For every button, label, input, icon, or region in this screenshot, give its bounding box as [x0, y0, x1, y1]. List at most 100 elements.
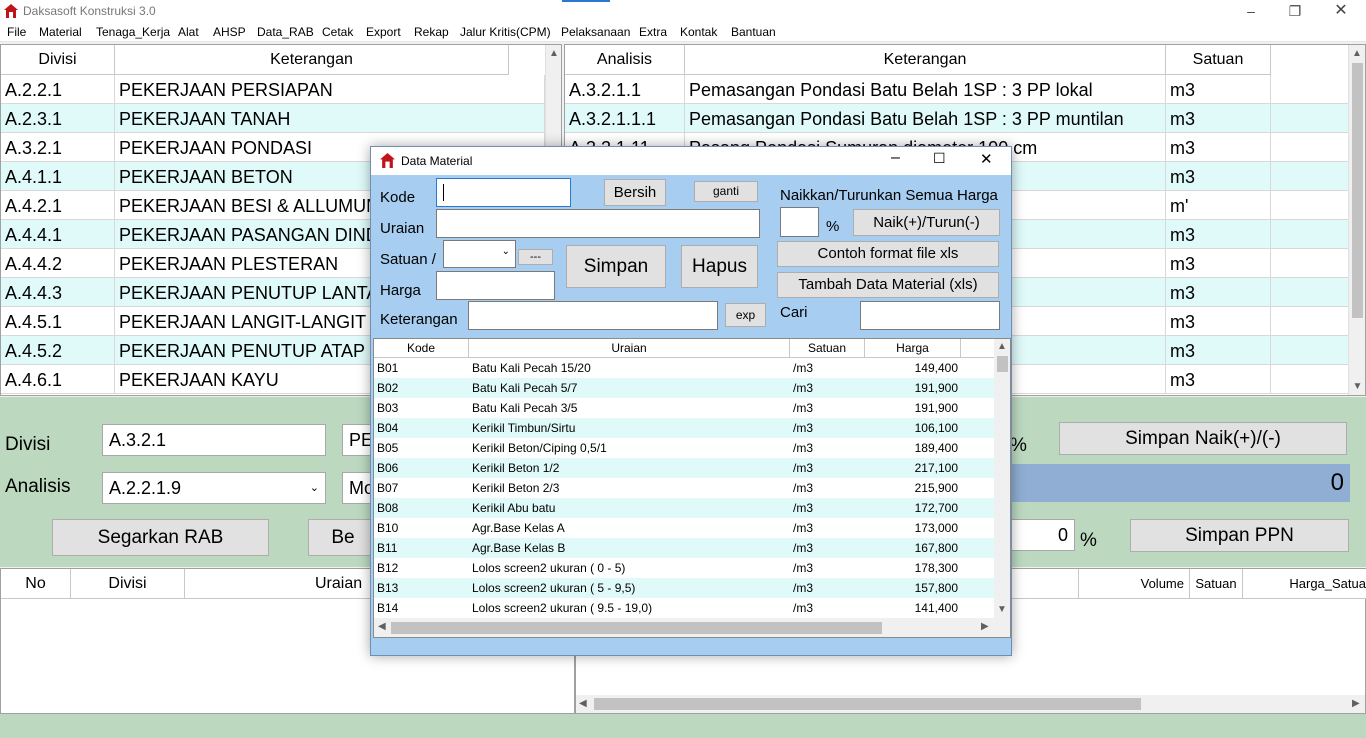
kode-cell[interactable]: B08: [374, 498, 469, 518]
menu-jalur-kritis[interactable]: Jalur Kritis(CPM): [460, 25, 551, 39]
menu-pelaksanaan[interactable]: Pelaksanaan: [561, 25, 630, 39]
ppn-input[interactable]: 0: [1010, 519, 1075, 551]
naik-turun-button[interactable]: Naik(+)/Turun(-): [853, 209, 1000, 236]
segarkan-rab-button[interactable]: Segarkan RAB: [52, 519, 269, 556]
divisi-cell[interactable]: A.4.1.1: [1, 162, 115, 191]
uraian-cell[interactable]: Lolos screen2 ukuran ( 0 - 5): [469, 558, 790, 578]
kode-cell[interactable]: B04: [374, 418, 469, 438]
uraian-cell[interactable]: Kerikil Beton/Ciping 0,5/1: [469, 438, 790, 458]
column-header-uraian[interactable]: Uraian: [469, 339, 790, 358]
ganti-button[interactable]: ganti: [694, 181, 758, 202]
satuan-cell[interactable]: /m3: [790, 518, 865, 538]
column-header-keterangan[interactable]: Keterangan: [685, 45, 1166, 75]
harga-cell[interactable]: 167,800: [865, 538, 961, 558]
table-row[interactable]: B08 Kerikil Abu batu/m3 172,700: [374, 498, 994, 518]
material-table[interactable]: Kode Uraian Satuan Harga B01 Batu Kali Pe…: [373, 338, 1011, 638]
satuan-cell[interactable]: m': [1166, 191, 1271, 220]
satuan-select[interactable]: ⌄: [443, 240, 516, 268]
menu-extra[interactable]: Extra: [639, 25, 667, 39]
horizontal-scrollbar[interactable]: ◀ ▶: [374, 618, 1010, 637]
column-header-satuan[interactable]: Satuan: [1190, 569, 1243, 599]
uraian-cell[interactable]: Lolos screen2 ukuran ( 9.5 - 19,0): [469, 598, 790, 618]
column-header-no[interactable]: No: [1, 569, 71, 599]
satuan-cell[interactable]: /m3: [790, 438, 865, 458]
analisis-select[interactable]: A.2.2.1.9 ⌄: [102, 472, 326, 504]
menu-data-rab[interactable]: Data_RAB: [257, 25, 314, 39]
kode-cell[interactable]: B11: [374, 538, 469, 558]
uraian-cell[interactable]: Kerikil Beton 1/2: [469, 458, 790, 478]
kode-cell[interactable]: B07: [374, 478, 469, 498]
scroll-thumb[interactable]: [594, 698, 1141, 710]
satuan-cell[interactable]: m3: [1166, 133, 1271, 162]
menu-file[interactable]: File: [7, 25, 26, 39]
divisi-cell[interactable]: A.4.6.1: [1, 365, 115, 394]
satuan-cell[interactable]: /m3: [790, 478, 865, 498]
divisi-cell[interactable]: A.4.4.2: [1, 249, 115, 278]
satuan-cell[interactable]: /m3: [790, 498, 865, 518]
restore-button[interactable]: ❐: [1272, 0, 1318, 22]
horizontal-scrollbar[interactable]: ◀ ▶: [576, 695, 1365, 713]
persen-input[interactable]: [780, 207, 819, 237]
satuan-cell[interactable]: m3: [1166, 104, 1271, 133]
satuan-more-button[interactable]: ---: [518, 249, 553, 265]
satuan-cell[interactable]: m3: [1166, 365, 1271, 394]
simpan-button[interactable]: Simpan: [566, 245, 666, 288]
analisis-cell[interactable]: A.3.2.1.1: [565, 75, 685, 104]
table-row[interactable]: B14 Lolos screen2 ukuran ( 9.5 - 19,0)/m3…: [374, 598, 994, 618]
keterangan-cell[interactable]: Pemasangan Pondasi Batu Belah 1SP : 3 PP…: [685, 75, 1166, 104]
menu-tenaga-kerja[interactable]: Tenaga_Kerja: [96, 25, 170, 39]
scroll-left-icon[interactable]: ◀: [579, 698, 587, 709]
column-header-harga[interactable]: Harga: [865, 339, 961, 358]
table-row[interactable]: B13 Lolos screen2 ukuran ( 5 - 9,5)/m3 157…: [374, 578, 994, 598]
table-row[interactable]: B10 Agr.Base Kelas A/m3 173,000: [374, 518, 994, 538]
maximize-icon[interactable]: ☐: [933, 150, 946, 167]
divisi-cell[interactable]: A.4.4.3: [1, 278, 115, 307]
divisi-cell[interactable]: A.4.4.1: [1, 220, 115, 249]
keterangan-cell[interactable]: PEKERJAAN PERSIAPAN: [115, 75, 545, 104]
uraian-cell[interactable]: Batu Kali Pecah 15/20: [469, 358, 790, 378]
divisi-cell[interactable]: A.2.2.1: [1, 75, 115, 104]
menu-export[interactable]: Export: [366, 25, 401, 39]
harga-cell[interactable]: 215,900: [865, 478, 961, 498]
harga-cell[interactable]: 106,100: [865, 418, 961, 438]
scroll-up-icon[interactable]: ▲: [1349, 45, 1365, 62]
menu-kontak[interactable]: Kontak: [680, 25, 717, 39]
bersih-button[interactable]: Bersih: [604, 179, 666, 206]
scroll-left-icon[interactable]: ◀: [378, 621, 386, 632]
harga-input[interactable]: [436, 271, 555, 300]
harga-cell[interactable]: 173,000: [865, 518, 961, 538]
harga-cell[interactable]: 217,100: [865, 458, 961, 478]
scroll-thumb[interactable]: [391, 622, 882, 634]
simpan-naik-button[interactable]: Simpan Naik(+)/(-): [1059, 422, 1347, 455]
contoh-format-button[interactable]: Contoh format file xls: [777, 241, 999, 267]
harga-cell[interactable]: 178,300: [865, 558, 961, 578]
divisi-cell[interactable]: A.4.5.2: [1, 336, 115, 365]
column-header-volume[interactable]: Volume: [1079, 569, 1190, 599]
uraian-cell[interactable]: Agr.Base Kelas B: [469, 538, 790, 558]
harga-cell[interactable]: 191,900: [865, 378, 961, 398]
harga-cell[interactable]: 141,400: [865, 598, 961, 618]
column-header-keterangan[interactable]: Keterangan: [115, 45, 509, 75]
kode-cell[interactable]: B10: [374, 518, 469, 538]
table-row[interactable]: B07 Kerikil Beton 2/3/m3 215,900: [374, 478, 994, 498]
uraian-cell[interactable]: Batu Kali Pecah 3/5: [469, 398, 790, 418]
be-button[interactable]: Be: [308, 519, 378, 556]
kode-cell[interactable]: B01: [374, 358, 469, 378]
uraian-cell[interactable]: Lolos screen2 ukuran ( 5 - 9,5): [469, 578, 790, 598]
kode-cell[interactable]: B05: [374, 438, 469, 458]
table-row[interactable]: B02 Batu Kali Pecah 5/7/m3 191,900: [374, 378, 994, 398]
divisi-input[interactable]: A.3.2.1: [102, 424, 326, 456]
harga-cell[interactable]: 157,800: [865, 578, 961, 598]
satuan-cell[interactable]: /m3: [790, 558, 865, 578]
divisi-cell[interactable]: A.4.5.1: [1, 307, 115, 336]
close-button[interactable]: ✕: [1318, 0, 1364, 22]
table-row[interactable]: B12 Lolos screen2 ukuran ( 0 - 5)/m3 178,3…: [374, 558, 994, 578]
scroll-up-icon[interactable]: ▲: [546, 45, 561, 62]
keterangan-cell[interactable]: PEKERJAAN TANAH: [115, 104, 545, 133]
kode-cell[interactable]: B13: [374, 578, 469, 598]
menu-cetak[interactable]: Cetak: [322, 25, 353, 39]
kode-cell[interactable]: B12: [374, 558, 469, 578]
uraian-cell[interactable]: Kerikil Beton 2/3: [469, 478, 790, 498]
cari-input[interactable]: [860, 301, 1000, 330]
kode-cell[interactable]: B06: [374, 458, 469, 478]
